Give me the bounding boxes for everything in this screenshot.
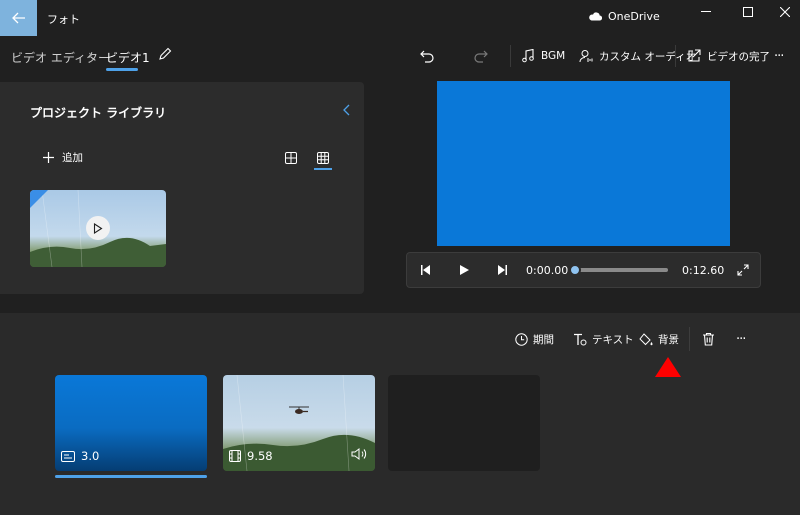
pencil-icon (159, 47, 172, 60)
collapse-library-button[interactable] (343, 104, 351, 119)
text-label: テキスト (592, 333, 634, 346)
cloud-icon (589, 12, 602, 21)
seek-bar[interactable] (574, 268, 668, 272)
storyboard-toolbar-divider (689, 327, 690, 351)
project-library-title: プロジェクト ライブラリ (30, 106, 167, 120)
music-note-icon (522, 49, 534, 63)
editor-toolbar: ビデオ エディター › ビデオ1 BGM カスタム オーディオ ビデオの完了 ·… (0, 36, 800, 78)
fullscreen-button[interactable] (736, 263, 750, 277)
trash-icon (703, 332, 714, 346)
video-preview (437, 81, 730, 246)
redo-icon (474, 50, 488, 63)
undo-icon (420, 50, 434, 63)
export-icon (688, 49, 701, 62)
bgm-button[interactable]: BGM (521, 47, 565, 65)
maximize-button[interactable] (733, 4, 763, 20)
rename-button[interactable] (158, 47, 172, 64)
minimize-icon (701, 11, 711, 12)
clip-duration: 3.0 (81, 449, 100, 463)
library-video-thumbnail[interactable] (30, 190, 166, 267)
duration-button[interactable]: 期間 (515, 331, 554, 347)
toolbar-divider (510, 45, 511, 67)
play-button[interactable] (457, 263, 471, 277)
paint-bucket-icon (639, 332, 653, 345)
play-icon (93, 222, 103, 234)
finish-video-button[interactable]: ビデオの完了 (687, 47, 770, 65)
back-button[interactable] (0, 0, 37, 36)
storyboard-more-label: ··· (736, 331, 746, 347)
background-button[interactable]: 背景 (639, 331, 679, 347)
breadcrumb-root[interactable]: ビデオ エディター (11, 49, 110, 66)
view-selected-indicator (314, 168, 332, 170)
chevron-left-icon (343, 104, 350, 116)
clip-volume-button[interactable] (351, 448, 367, 463)
app-title: フォト (47, 13, 80, 26)
storyboard-clip-title-card[interactable]: 3.0 (55, 375, 207, 471)
current-time: 0:00.00 (526, 264, 569, 277)
onedrive-label: OneDrive (608, 10, 660, 23)
breadcrumb-current-underline (106, 68, 138, 71)
next-frame-button[interactable] (495, 263, 509, 277)
storyboard-more-button[interactable]: ··· (736, 331, 746, 347)
background-label: 背景 (658, 333, 679, 346)
finish-video-label: ビデオの完了 (707, 50, 770, 63)
delete-button[interactable] (702, 331, 715, 347)
close-button[interactable] (770, 4, 800, 20)
text-button[interactable]: テキスト (573, 331, 634, 347)
onedrive-status[interactable]: OneDrive (588, 10, 660, 23)
storyboard-clip-video[interactable]: 9.58 (223, 375, 375, 471)
annotation-arrow-marker (655, 357, 681, 377)
clip-duration: 9.58 (247, 449, 273, 463)
small-grid-view-button[interactable] (315, 150, 331, 166)
toolbar-divider (675, 45, 676, 67)
project-library-panel: プロジェクト ライブラリ 追加 (0, 82, 364, 294)
expand-icon (737, 264, 749, 276)
breadcrumb-current[interactable]: ビデオ1 (106, 49, 150, 66)
previous-frame-button[interactable] (419, 263, 433, 277)
custom-audio-icon (579, 50, 593, 63)
breadcrumb-separator: › (88, 48, 93, 62)
large-grid-icon (285, 152, 297, 164)
minimize-button[interactable] (691, 4, 721, 20)
thumbnail-play-button[interactable] (86, 216, 110, 240)
clock-icon (515, 332, 528, 346)
more-options-button[interactable]: ··· (774, 47, 784, 65)
selected-clip-indicator (55, 475, 207, 478)
clip-duration-label: 3.0 (61, 449, 99, 463)
helicopter-icon (289, 406, 309, 414)
redo-button[interactable] (472, 47, 490, 65)
back-arrow-icon (11, 12, 25, 24)
seek-bar-thumb[interactable] (569, 264, 581, 276)
next-frame-icon (498, 265, 507, 275)
total-time: 0:12.60 (682, 264, 725, 277)
plus-icon (43, 152, 54, 163)
add-media-button[interactable]: 追加 (43, 150, 83, 165)
custom-audio-label: カスタム オーディオ (599, 50, 697, 63)
maximize-icon (743, 7, 753, 17)
added-to-project-marker (30, 190, 48, 208)
small-grid-icon (317, 152, 329, 164)
storyboard-empty-slot[interactable] (388, 375, 540, 471)
previous-frame-icon (421, 265, 430, 275)
title-bar: フォト OneDrive (0, 0, 800, 36)
clip-duration-label: 9.58 (229, 449, 273, 463)
undo-button[interactable] (418, 47, 436, 65)
play-icon (460, 265, 469, 275)
text-card-icon (61, 450, 75, 462)
close-icon (780, 7, 790, 17)
film-icon (229, 450, 241, 462)
custom-audio-button[interactable]: カスタム オーディオ (579, 47, 696, 65)
duration-label: 期間 (533, 333, 554, 346)
bgm-label: BGM (541, 50, 566, 62)
text-icon (574, 333, 587, 345)
speaker-icon (351, 448, 367, 460)
large-grid-view-button[interactable] (283, 150, 299, 166)
add-media-label: 追加 (62, 152, 83, 164)
more-options-label: ··· (774, 48, 784, 64)
